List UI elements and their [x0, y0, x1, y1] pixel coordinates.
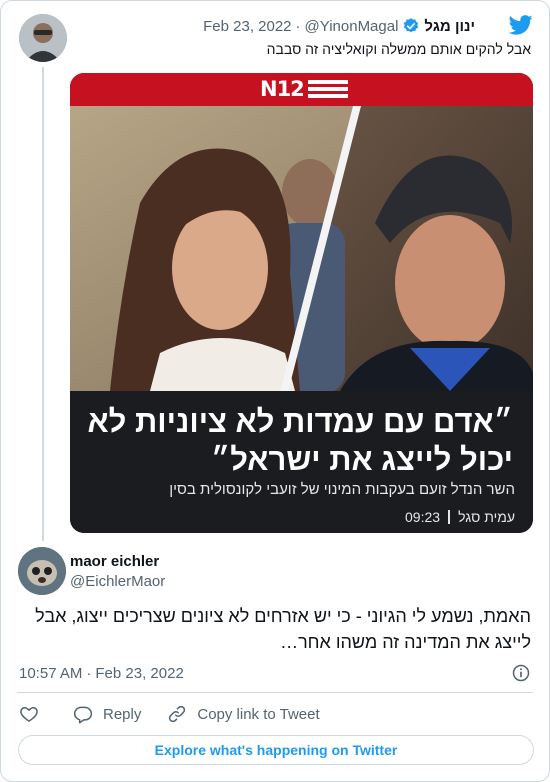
- reply-author-name[interactable]: maor eichler: [70, 553, 159, 570]
- header-separator: ·: [295, 17, 301, 35]
- reply-tweet-text: האמת, נשמע לי הגיוני - כי יש אזרחים לא צ…: [35, 606, 531, 652]
- verified-badge-icon: [404, 18, 419, 33]
- channel-logo-text: N12: [260, 77, 305, 101]
- news-time: 09:23: [405, 509, 441, 525]
- tweet-embed-card: ינון מגל @YinonMagal · Feb 23, 2022 אבל …: [0, 0, 550, 782]
- reply-date[interactable]: Feb 23, 2022: [95, 665, 183, 682]
- tweet-actions: Reply Copy link to Tweet: [19, 703, 320, 725]
- thread-connector-line: [42, 67, 44, 541]
- news-headline: ״אדם עם עמדות לא ציוניות לא יכול לייצג א…: [87, 404, 513, 477]
- info-icon[interactable]: [511, 663, 531, 683]
- reply-author-avatar[interactable]: [18, 547, 66, 595]
- news-reporter: עמית סגל: [458, 509, 515, 525]
- link-icon: [169, 705, 186, 723]
- copy-link-button[interactable]: Copy link to Tweet: [167, 704, 320, 724]
- channel-logo-stripes: [307, 80, 348, 98]
- twitter-bird-icon[interactable]: [509, 14, 533, 36]
- copy-link-label: Copy link to Tweet: [197, 705, 320, 723]
- reply-icon: [73, 706, 93, 724]
- meta-separator: ·: [86, 665, 92, 682]
- news-subheadline: השר הנדל זועם בעקבות המינוי של זועבי לקו…: [169, 481, 515, 498]
- reply-time[interactable]: 10:57 AM: [19, 665, 82, 682]
- tweet-media-image[interactable]: N12 ״אדם עם עמדות לא ציוניות לא יכול ליי…: [70, 73, 533, 533]
- reply-author-handle[interactable]: @EichlerMaor: [70, 573, 165, 590]
- channel-banner: N12: [70, 73, 533, 106]
- reply-label: Reply: [103, 705, 142, 723]
- news-credit: עמית סגל 09:23: [405, 509, 515, 525]
- credit-divider: [448, 510, 451, 524]
- news-caption: ״אדם עם עמדות לא ציוניות לא יכול לייצג א…: [70, 391, 533, 533]
- reply-tweet-timestamp[interactable]: 10:57 AM · Feb 23, 2022: [19, 665, 184, 682]
- quoted-tweet-text: אבל להקים אותם ממשלה וקואליציה זה סבבה: [266, 41, 531, 57]
- quoted-author-handle[interactable]: @YinonMagal: [305, 18, 399, 35]
- quoted-author-name[interactable]: ינון מגל: [424, 18, 475, 35]
- heart-icon: [20, 707, 38, 722]
- divider: [17, 692, 533, 693]
- channel-logo: N12: [260, 77, 348, 101]
- quoted-tweet-header: ינון מגל @YinonMagal · Feb 23, 2022: [203, 16, 475, 36]
- quoted-tweet-date[interactable]: Feb 23, 2022: [203, 18, 291, 35]
- explore-twitter-button[interactable]: Explore what's happening on Twitter: [18, 735, 534, 765]
- like-button[interactable]: [19, 704, 39, 724]
- reply-button[interactable]: Reply: [73, 704, 141, 724]
- quoted-author-avatar[interactable]: [19, 14, 67, 62]
